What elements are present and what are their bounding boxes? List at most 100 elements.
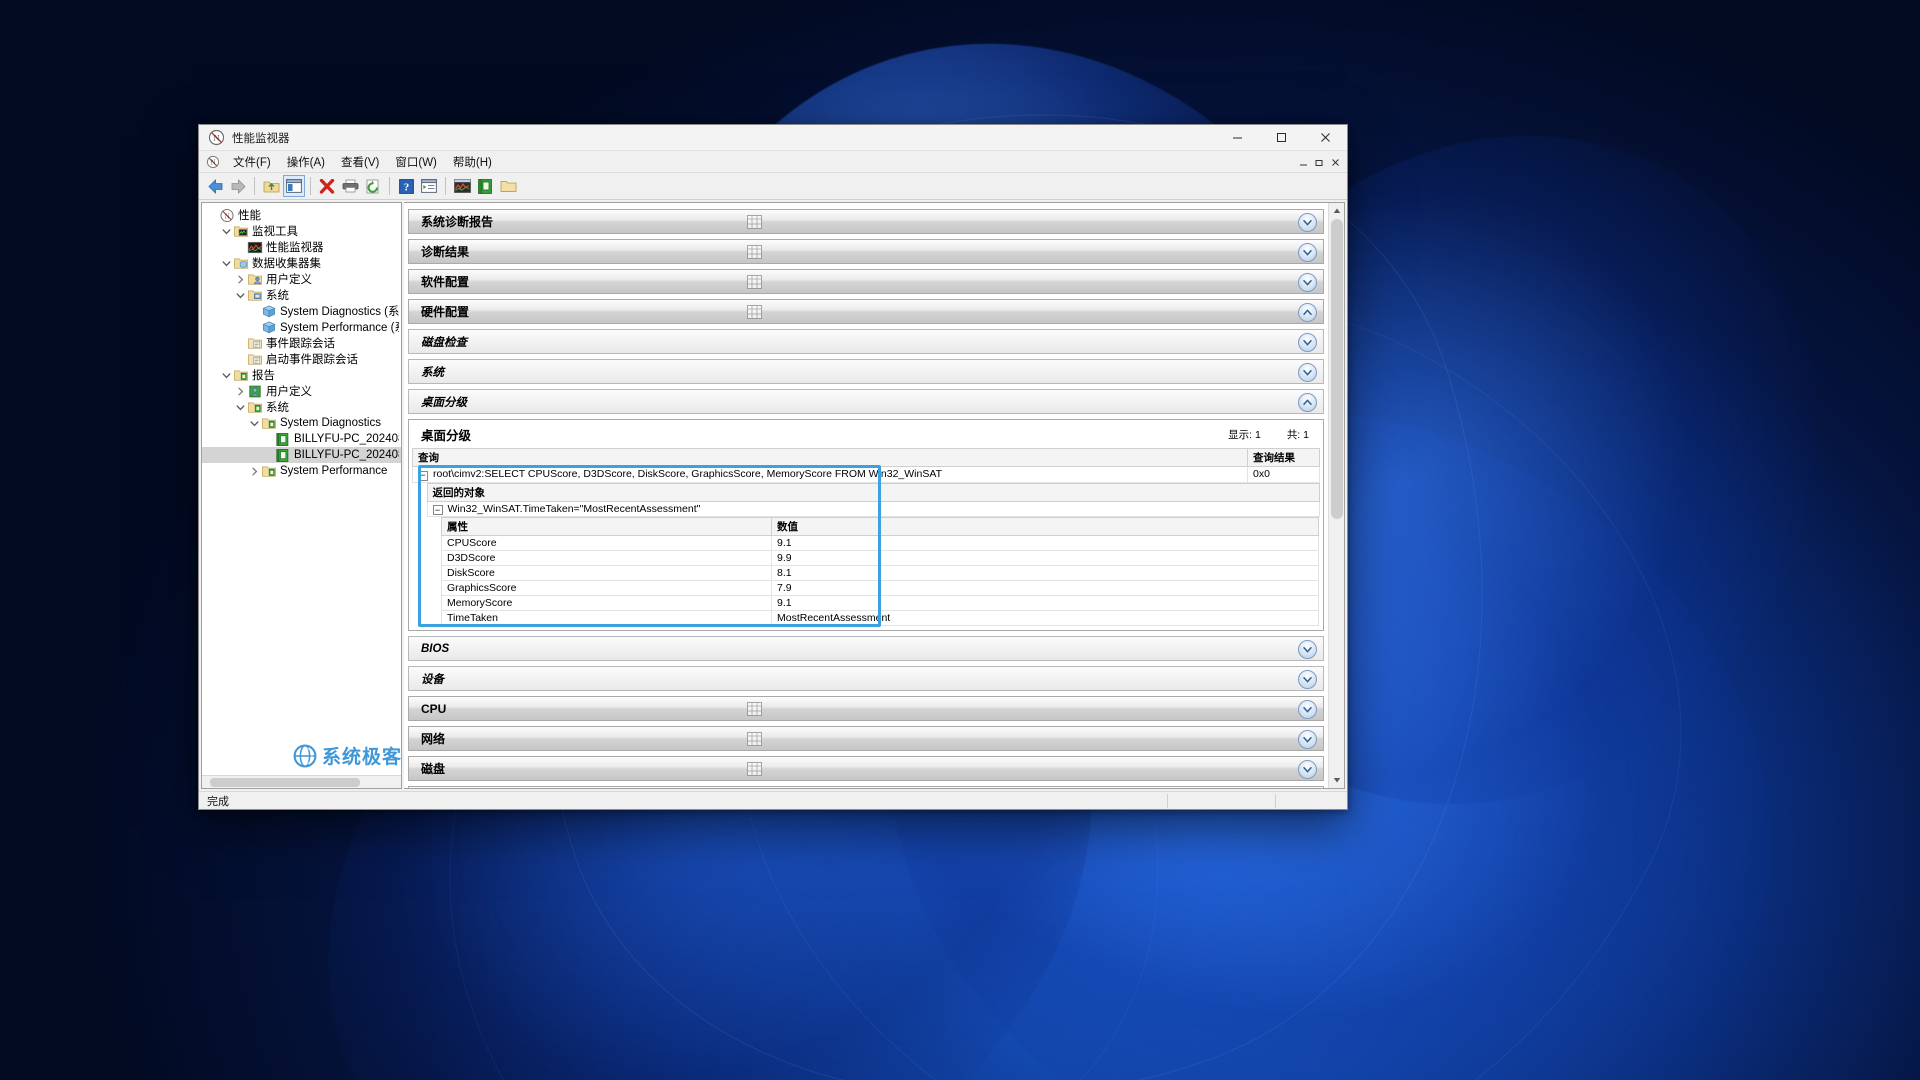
- tree-node-system-diagnostics-dcs[interactable]: System Diagnostics (系统诊: [202, 303, 401, 319]
- chevron-down-icon[interactable]: [1298, 213, 1317, 232]
- query-column-header: 查询: [412, 448, 1248, 467]
- table-grid-icon[interactable]: [747, 762, 762, 776]
- table-grid-icon[interactable]: [747, 215, 762, 229]
- chevron-down-icon[interactable]: [1298, 730, 1317, 749]
- view-report-button[interactable]: [474, 175, 496, 197]
- report-pane: 系统诊断报告 诊断结果 软件配置 硬件配置 磁盘检查 系统 桌面分级 桌面分级 显示: 1 …: [404, 202, 1345, 789]
- close-button[interactable]: [1303, 125, 1347, 151]
- mdi-minimize-button[interactable]: [1296, 155, 1311, 170]
- table-grid-icon[interactable]: [747, 305, 762, 319]
- chevron-down-icon[interactable]: [220, 371, 233, 380]
- tree-node-data-collector-sets[interactable]: 数据收集器集: [202, 255, 401, 271]
- mdi-close-button[interactable]: [1328, 155, 1343, 170]
- tree-node-reports[interactable]: 报告: [202, 367, 401, 383]
- minimize-button[interactable]: [1215, 125, 1259, 151]
- tree-node-user-defined-reports[interactable]: 用户定义: [202, 383, 401, 399]
- chevron-down-icon[interactable]: [1298, 243, 1317, 262]
- delete-button[interactable]: [316, 175, 338, 197]
- tree-node-system-performance-reports[interactable]: System Performance: [202, 463, 401, 479]
- chevron-up-icon[interactable]: [1298, 393, 1317, 412]
- chevron-down-icon[interactable]: [1298, 273, 1317, 292]
- chevron-down-icon[interactable]: [248, 419, 261, 428]
- chevron-down-icon[interactable]: [220, 259, 233, 268]
- chevron-down-icon[interactable]: [234, 291, 247, 300]
- chevron-right-icon[interactable]: [248, 467, 261, 476]
- section-diagnostic-results[interactable]: 诊断结果: [408, 239, 1324, 264]
- report-vertical-scrollbar[interactable]: [1328, 203, 1344, 788]
- section-cpu[interactable]: CPU: [408, 696, 1324, 721]
- maximize-button[interactable]: [1259, 125, 1303, 151]
- chevron-down-icon[interactable]: [234, 403, 247, 412]
- tree-node-system-diagnostics-reports[interactable]: System Diagnostics: [202, 415, 401, 431]
- section-devices[interactable]: 设备: [408, 666, 1324, 691]
- tree-horizontal-scrollbar[interactable]: [202, 775, 401, 788]
- section-title: 系统诊断报告: [421, 215, 494, 229]
- chevron-down-icon[interactable]: [1298, 640, 1317, 659]
- tree-node-monitoring-tools[interactable]: 监视工具: [202, 223, 401, 239]
- console-tree-pane[interactable]: N 性能 监视工具 性能监视器 数据收集器集 用户定义 系统 System Diagnosti…: [201, 202, 402, 789]
- show-hide-tree-button[interactable]: [283, 175, 305, 197]
- scroll-track[interactable]: [1329, 219, 1345, 772]
- scores-table-body: CPUScore 9.1 D3DScore 9.9 DiskScore 8.1 Graphi…: [441, 535, 1319, 626]
- section-memory[interactable]: 内存: [408, 786, 1324, 788]
- section-system[interactable]: 系统: [408, 359, 1324, 384]
- back-button[interactable]: [204, 175, 226, 197]
- meta-shown-value: 1: [1254, 428, 1261, 441]
- chevron-down-icon[interactable]: [220, 227, 233, 236]
- menu-file[interactable]: 文件(F): [225, 152, 279, 172]
- chevron-down-icon[interactable]: [1298, 333, 1317, 352]
- section-disk-check[interactable]: 磁盘检查: [408, 329, 1324, 354]
- section-hardware-configuration[interactable]: 硬件配置: [408, 299, 1324, 324]
- chevron-down-icon[interactable]: [1298, 363, 1317, 382]
- menu-action[interactable]: 操作(A): [279, 152, 333, 172]
- scroll-up-button[interactable]: [1329, 203, 1345, 219]
- chevron-right-icon[interactable]: [234, 387, 247, 396]
- chevron-down-icon[interactable]: [1298, 670, 1317, 689]
- view-graph-button[interactable]: [451, 175, 473, 197]
- svg-text:N: N: [224, 212, 229, 220]
- collapse-object-icon[interactable]: −: [432, 505, 443, 515]
- table-grid-icon[interactable]: [747, 275, 762, 289]
- help-button[interactable]: ?: [395, 175, 417, 197]
- mdi-restore-button[interactable]: [1312, 155, 1327, 170]
- menu-help[interactable]: 帮助(H): [445, 152, 500, 172]
- section-system-diagnostics-report[interactable]: 系统诊断报告: [408, 209, 1324, 234]
- chevron-down-icon[interactable]: [1298, 700, 1317, 719]
- tree-node-system-dcs[interactable]: 系统: [202, 287, 401, 303]
- section-disk[interactable]: 磁盘: [408, 756, 1324, 781]
- section-bios[interactable]: BIOS: [408, 636, 1324, 661]
- tree-node-label: BILLYFU-PC_20240829-0: [294, 433, 399, 445]
- table-grid-icon[interactable]: [747, 245, 762, 259]
- tree-node-system-reports[interactable]: 系统: [202, 399, 401, 415]
- section-desktop-rating-bar[interactable]: 桌面分级: [408, 389, 1324, 414]
- menu-view[interactable]: 查看(V): [333, 152, 387, 172]
- chevron-down-icon[interactable]: [1298, 760, 1317, 779]
- up-folder-button[interactable]: [260, 175, 282, 197]
- scroll-down-button[interactable]: [1329, 772, 1345, 788]
- tree-node-user-defined-dcs[interactable]: 用户定义: [202, 271, 401, 287]
- tree-node-startup-event-trace-sessions[interactable]: 启动事件跟踪会话: [202, 351, 401, 367]
- menu-window[interactable]: 窗口(W): [387, 152, 445, 172]
- properties-button[interactable]: [418, 175, 440, 197]
- title-bar[interactable]: N 性能监视器: [199, 125, 1347, 151]
- print-button[interactable]: [339, 175, 361, 197]
- tree-node-report-2[interactable]: BILLYFU-PC_20240829-0: [202, 447, 401, 463]
- section-software-configuration[interactable]: 软件配置: [408, 269, 1324, 294]
- section-network[interactable]: 网络: [408, 726, 1324, 751]
- collapse-query-icon[interactable]: −: [418, 470, 428, 481]
- table-grid-icon[interactable]: [747, 702, 762, 716]
- chevron-up-icon[interactable]: [1298, 303, 1317, 322]
- tree-hscroll-thumb[interactable]: [210, 777, 360, 787]
- tree-node-performance-monitor[interactable]: 性能监视器: [202, 239, 401, 255]
- tree-node-event-trace-sessions[interactable]: 事件跟踪会话: [202, 335, 401, 351]
- tree-node-performance[interactable]: N 性能: [202, 207, 401, 223]
- new-folder-button[interactable]: [497, 175, 519, 197]
- scroll-thumb[interactable]: [1330, 219, 1343, 519]
- forward-button[interactable]: [227, 175, 249, 197]
- refresh-button[interactable]: [362, 175, 384, 197]
- tree-node-system-performance-dcs[interactable]: System Performance (系统性: [202, 319, 401, 335]
- table-grid-icon[interactable]: [747, 732, 762, 746]
- object-path-row: − Win32_WinSAT.TimeTaken="MostRecentAsses…: [426, 500, 1320, 517]
- tree-node-report-1[interactable]: BILLYFU-PC_20240829-0: [202, 431, 401, 447]
- chevron-right-icon[interactable]: [234, 275, 247, 284]
